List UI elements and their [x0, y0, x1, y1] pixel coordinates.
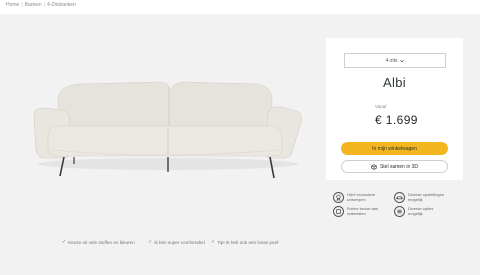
feature-text: Diverse opstellingen mogelijk [408, 191, 445, 202]
breadcrumb-banken[interactable]: Banken [25, 2, 42, 8]
feature-materials: Ruime keuze aan materialen [333, 206, 387, 217]
sofa-image [33, 81, 302, 179]
breadcrumb-separator: | [21, 2, 23, 8]
product-price: € 1.699 [375, 113, 418, 127]
usp-item: ✓ Ik ben super comfortabel [148, 239, 205, 245]
feature-options: Diverse opties mogelijk [394, 206, 448, 217]
breadcrumb-4-zitsbanken[interactable]: 4-Zitsbanken [47, 2, 76, 8]
usp-text: Tip! Ik heb ook een losse poef [217, 239, 279, 245]
feature-text: Diverse opties mogelijk [408, 205, 434, 216]
checkmark-icon: ✓ [211, 239, 216, 245]
feature-exclusive-designs: H&H exclusieve ontwerpen [333, 192, 387, 203]
sofa-icon [394, 192, 405, 203]
ribbon-icon [333, 192, 344, 203]
breadcrumb-separator: | [43, 2, 45, 8]
usp-item: ✓ Tip! Ik heb ook een losse poef [211, 239, 278, 245]
variant-select[interactable]: 4-zits [344, 53, 446, 68]
usp-text: Ik ben super comfortabel [154, 239, 205, 245]
configure-3d-button[interactable]: Stel samen in 3D [341, 160, 448, 173]
add-to-cart-button[interactable]: In mijn winkelwagen [341, 142, 448, 155]
breadcrumb: Home | Banken | 4-Zitsbanken [6, 2, 76, 8]
checkmark-icon: ✓ [62, 239, 67, 245]
sofa-seat [47, 125, 283, 157]
price-label: Vanaf [375, 104, 387, 109]
product-title: Albi [383, 75, 406, 90]
sofa-back [57, 81, 273, 127]
options-icon [394, 206, 405, 217]
top-bar: Home | Banken | 4-Zitsbanken [0, 0, 480, 14]
configure-3d-label: Stel samen in 3D [379, 163, 419, 170]
chevron-down-icon [400, 59, 405, 62]
feature-arrangements: Diverse opstellingen mogelijk [394, 192, 448, 203]
breadcrumb-home[interactable]: Home [6, 2, 19, 8]
checkmark-icon: ✓ [148, 239, 153, 245]
fabric-icon [333, 206, 344, 217]
usp-item: ✓ Keuze uit vele stoffen en kleuren [62, 239, 135, 245]
variant-select-value: 4-zits [385, 57, 398, 64]
product-image-stage [0, 14, 316, 236]
feature-text: Ruime keuze aan materialen [347, 205, 379, 216]
feature-text: H&H exclusieve ontwerpen [347, 191, 376, 202]
cube-icon [371, 163, 377, 170]
usp-text: Keuze uit vele stoffen en kleuren [68, 239, 135, 245]
